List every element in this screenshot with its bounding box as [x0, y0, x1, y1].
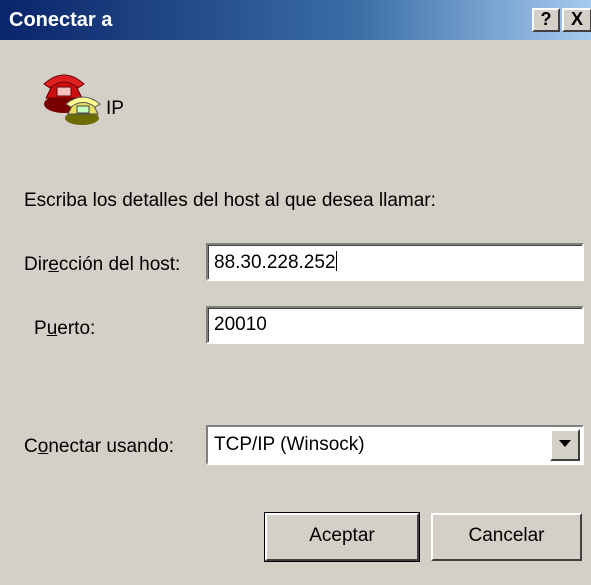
window-title: Conectar a: [9, 9, 113, 31]
text-caret: [335, 251, 337, 271]
title-bar: Conectar a ? X: [0, 0, 591, 40]
host-address-input[interactable]: 88.30.228.252: [206, 243, 584, 281]
close-button[interactable]: X: [562, 8, 591, 32]
dropdown-button[interactable]: [550, 429, 580, 461]
cancel-button[interactable]: Cancelar: [431, 513, 582, 561]
port-input[interactable]: 20010: [206, 306, 584, 344]
chevron-down-icon: [559, 440, 571, 447]
help-button[interactable]: ?: [532, 8, 560, 32]
connect-using-value: TCP/IP (Winsock): [214, 434, 365, 455]
host-label: Dirección del host:: [24, 254, 181, 275]
phone-icon: [40, 68, 102, 128]
port-label: Puerto:: [34, 318, 96, 339]
instructions-text: Escriba los detalles del host al que des…: [24, 190, 436, 211]
ok-button[interactable]: Aceptar: [264, 512, 420, 562]
connection-name: IP: [106, 98, 124, 119]
connect-using-label: Conectar usando:: [24, 436, 175, 457]
connect-using-select[interactable]: TCP/IP (Winsock): [206, 425, 584, 465]
